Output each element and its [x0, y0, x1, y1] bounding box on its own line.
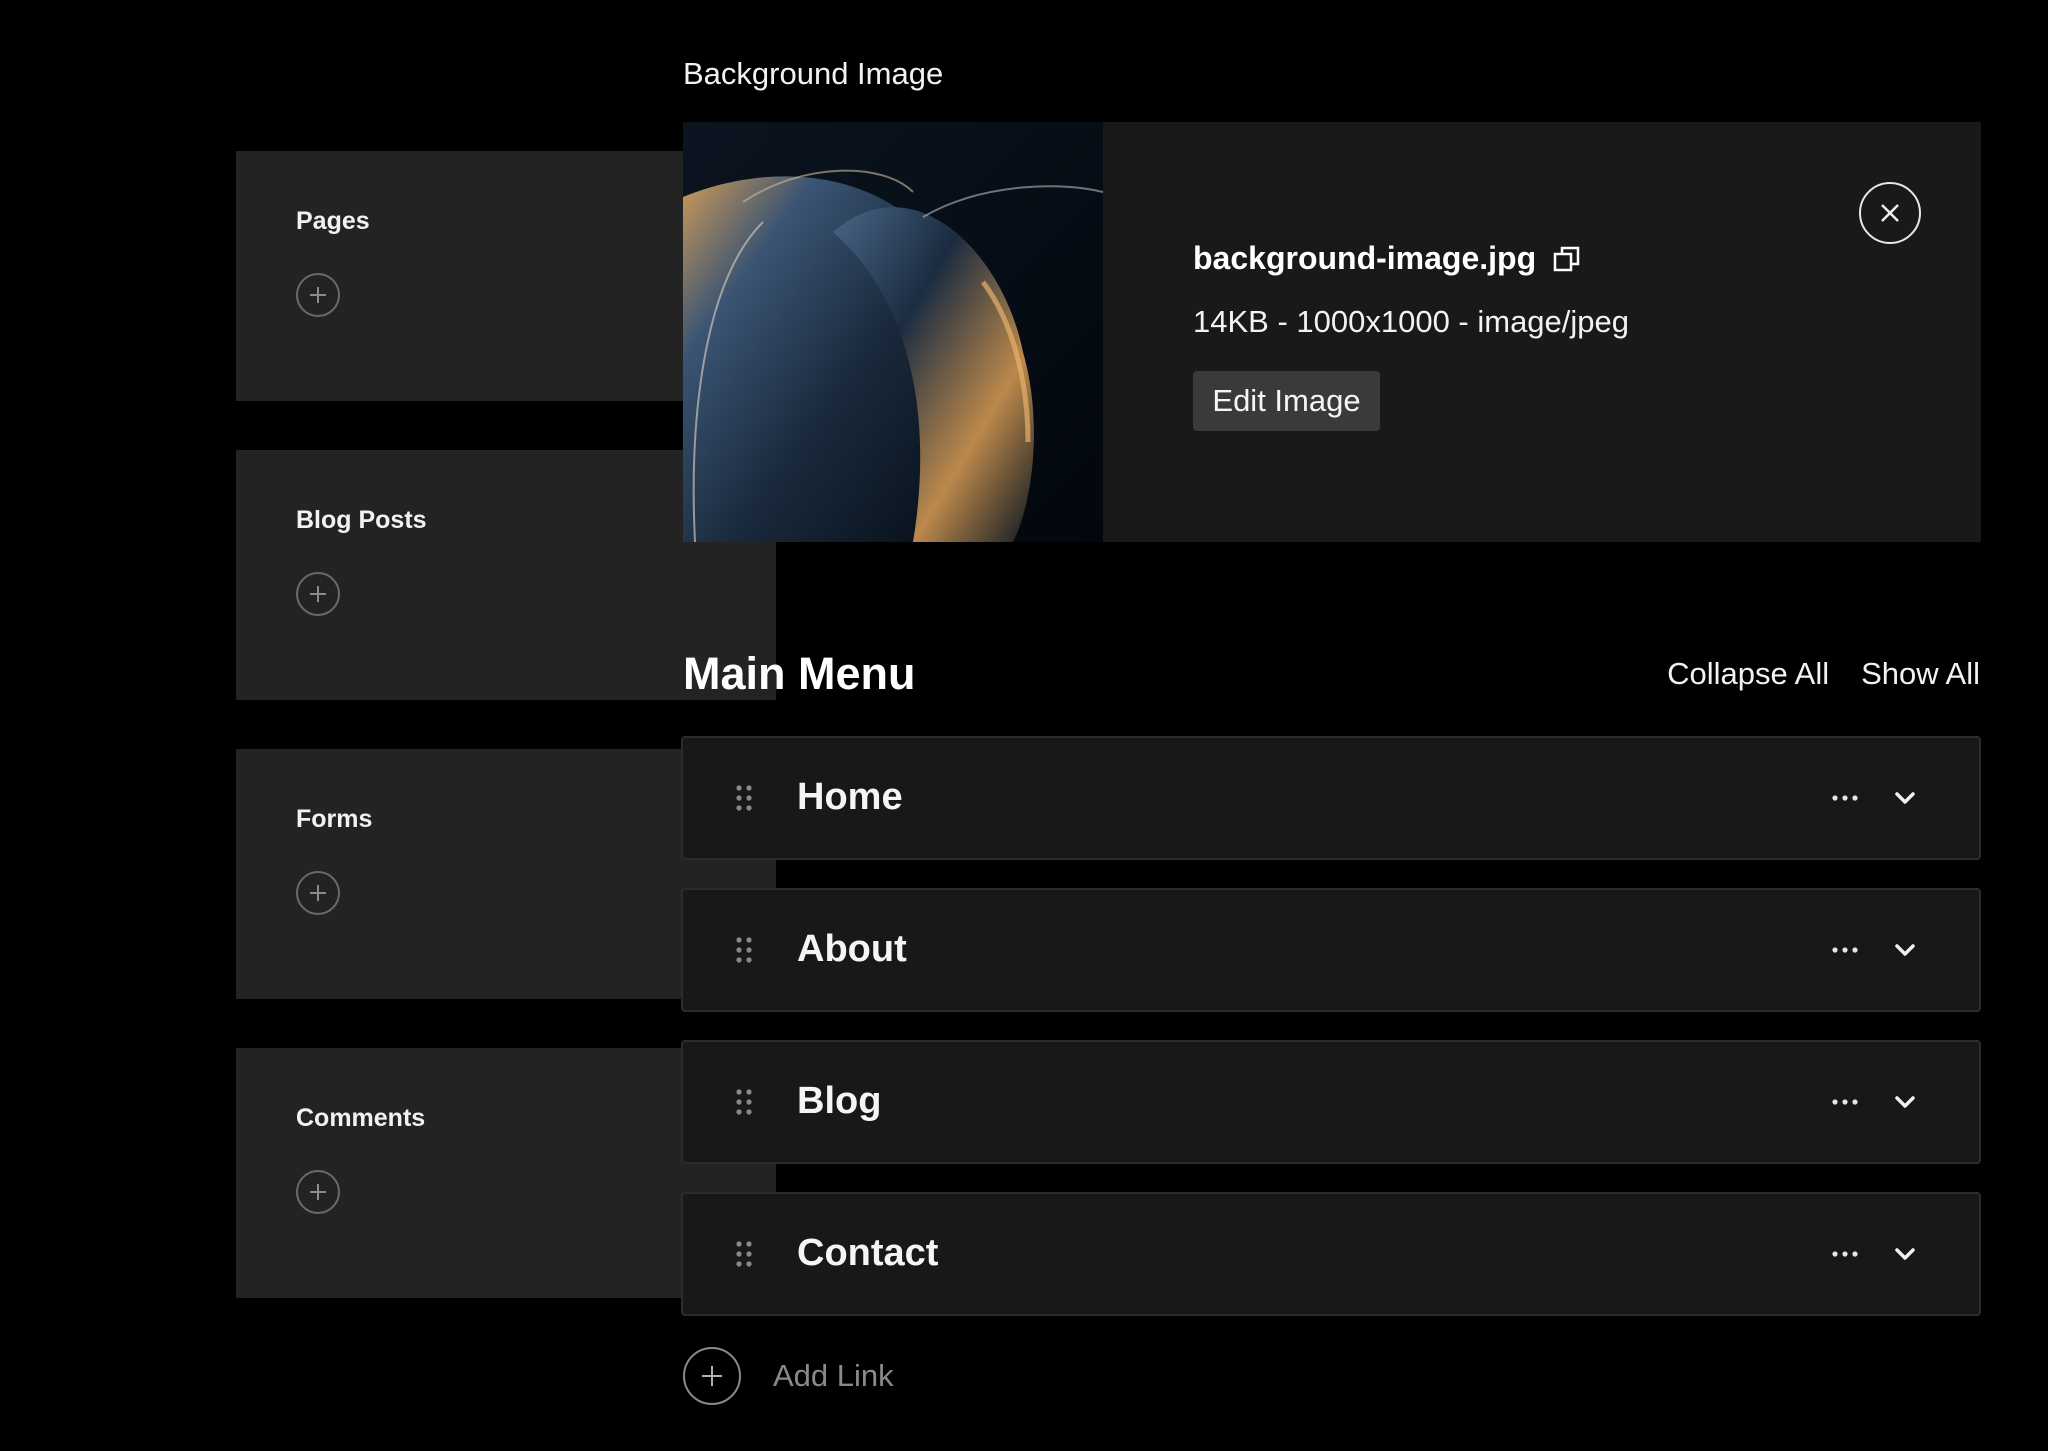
drag-handle-icon[interactable]	[735, 1240, 753, 1268]
more-icon[interactable]	[1831, 1246, 1859, 1262]
menu-item-home[interactable]: Home	[681, 736, 1981, 860]
chevron-down-icon[interactable]	[1893, 1244, 1917, 1264]
add-link-circle[interactable]	[683, 1347, 741, 1405]
add-link-label: Add Link	[773, 1358, 894, 1393]
menu-item-about[interactable]: About	[681, 888, 1981, 1012]
chevron-down-icon[interactable]	[1893, 1092, 1917, 1112]
menu-item-label: Contact	[797, 1232, 939, 1274]
card-title: Blog Posts	[296, 506, 427, 534]
image-file-meta: 14KB - 1000x1000 - image/jpeg	[1193, 304, 1630, 339]
remove-image-button[interactable]	[1859, 182, 1921, 244]
add-comment-button[interactable]	[296, 1170, 340, 1214]
card-title: Forms	[296, 805, 373, 833]
card-title: Pages	[296, 207, 370, 235]
menu-item-blog[interactable]: Blog	[681, 1040, 1981, 1164]
plus-icon	[310, 287, 326, 303]
more-icon[interactable]	[1831, 942, 1859, 958]
background-image-label: Background Image	[683, 56, 944, 91]
background-image-thumbnail[interactable]	[683, 122, 1103, 542]
main-menu-title: Main Menu	[683, 648, 916, 699]
close-icon	[1881, 204, 1899, 222]
plus-icon	[702, 1366, 722, 1386]
menu-item-label: About	[797, 928, 907, 970]
menu-actions: Collapse All Show All	[1667, 656, 1980, 692]
file-name-text: background-image.jpg	[1193, 240, 1537, 276]
add-link-button[interactable]: Add Link	[683, 1347, 894, 1405]
add-form-button[interactable]	[296, 871, 340, 915]
add-blog-post-button[interactable]	[296, 572, 340, 616]
image-file-name: background-image.jpg	[1193, 240, 1582, 277]
add-page-button[interactable]	[296, 273, 340, 317]
edit-image-button[interactable]: Edit Image	[1193, 371, 1380, 431]
card-title: Comments	[296, 1104, 426, 1132]
collapse-all-button[interactable]: Collapse All	[1667, 656, 1829, 692]
menu-item-label: Blog	[797, 1080, 882, 1122]
menu-item-label: Home	[797, 776, 903, 818]
background-image-panel: background-image.jpg 14KB - 1000x1000 - …	[683, 122, 1981, 542]
chevron-down-icon[interactable]	[1893, 788, 1917, 808]
drag-handle-icon[interactable]	[735, 784, 753, 812]
plus-icon	[310, 586, 326, 602]
more-icon[interactable]	[1831, 1094, 1859, 1110]
more-icon[interactable]	[1831, 790, 1859, 806]
show-all-button[interactable]: Show All	[1861, 656, 1980, 692]
menu-item-contact[interactable]: Contact	[681, 1192, 1981, 1316]
plus-icon	[310, 1184, 326, 1200]
plus-icon	[310, 885, 326, 901]
drag-handle-icon[interactable]	[735, 936, 753, 964]
drag-handle-icon[interactable]	[735, 1088, 753, 1116]
chevron-down-icon[interactable]	[1893, 940, 1917, 960]
copy-icon[interactable]	[1552, 244, 1582, 274]
